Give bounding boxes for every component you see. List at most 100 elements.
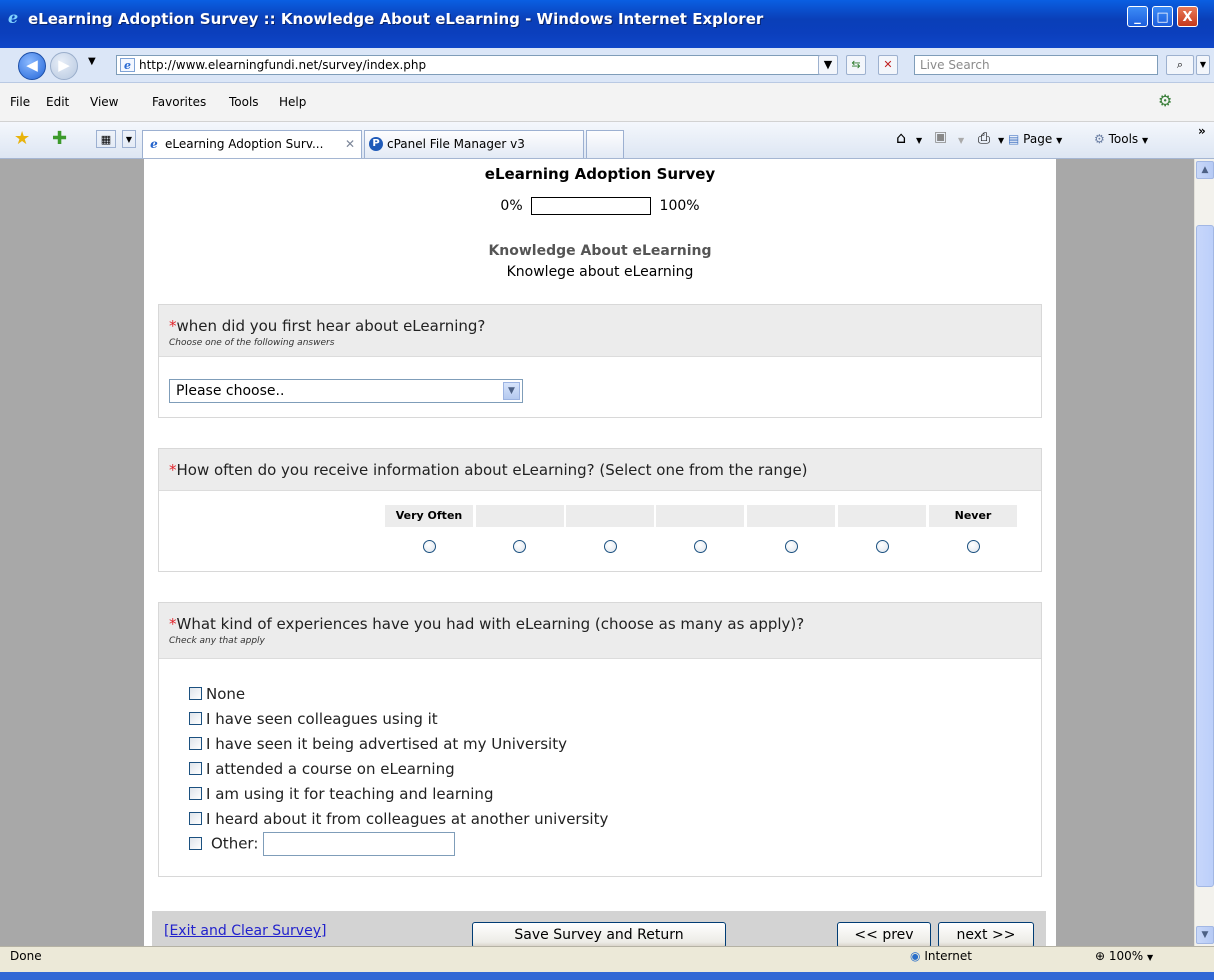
security-zone: ◉ Internet [910,949,972,963]
page-menu-icon: ▤ [1008,132,1020,146]
progress-start-label: 0% [500,198,523,214]
frequency-radio-1[interactable] [423,540,436,553]
scroll-up-icon[interactable]: ▲ [1196,161,1214,179]
print-dropdown-icon[interactable]: ▼ [998,136,1004,145]
frequency-radio-6[interactable] [876,540,889,553]
address-toolbar: ◀ ▶ ▼ e http://www.elearningfundi.net/su… [0,48,1214,83]
tab-list-icon[interactable]: ▼ [122,130,136,148]
next-button[interactable]: next >> [938,922,1034,946]
search-options-icon[interactable]: ▼ [1196,55,1210,75]
close-window-button[interactable]: X [1177,6,1198,27]
forward-button[interactable]: ▶ [50,52,78,80]
back-button[interactable]: ◀ [18,52,46,80]
home-icon[interactable]: ⌂ [896,128,906,147]
ie-logo-icon: e [8,8,19,27]
experience-option[interactable]: I have seen it being advertised at my Un… [189,735,567,753]
menu-bar: File Edit View Favorites Tools Help ⚙ [0,83,1214,122]
vertical-scrollbar[interactable]: ▲ ▼ [1194,159,1214,946]
menu-tools[interactable]: Tools [229,95,259,109]
save-survey-button[interactable]: Save Survey and Return [472,922,726,946]
question-header: *How often do you receive information ab… [159,449,1041,491]
experience-checkbox[interactable] [189,787,202,800]
window-title: eLearning Adoption Survey :: Knowledge A… [28,10,764,28]
question-header: *What kind of experiences have you had w… [159,603,1041,659]
address-field[interactable]: e http://www.elearningfundi.net/survey/i… [116,55,834,75]
experience-checkbox[interactable] [189,687,202,700]
scale-label-very-often: Very Often [385,505,473,527]
chevron-down-icon[interactable]: ▼ [503,382,520,400]
zoom-control[interactable]: ⊕ 100% ▼ [1095,949,1153,963]
toolbar-options-icon[interactable]: ⚙ [1158,91,1172,110]
page-menu[interactable]: ▤ Page ▼ [1008,132,1062,146]
add-favorites-icon[interactable]: ✚ [52,128,67,149]
tab-label: eLearning Adoption Surv... [165,137,324,151]
toolbar-overflow-icon[interactable]: » [1198,124,1206,138]
maximize-button[interactable]: □ [1152,6,1173,27]
experience-checkbox[interactable] [189,737,202,750]
frequency-radio-5[interactable] [785,540,798,553]
scroll-down-icon[interactable]: ▼ [1196,926,1214,944]
zoom-dropdown-icon: ▼ [1147,953,1154,962]
first-hear-select[interactable]: Please choose.. ▼ [169,379,523,403]
experience-option[interactable]: I heard about it from colleagues at anot… [189,810,608,828]
option-label: None [206,685,246,703]
experience-option-other[interactable]: Other: [189,832,456,856]
frequency-radio-4[interactable] [694,540,707,553]
experience-checkbox[interactable] [189,836,202,850]
tab-label: cPanel File Manager v3 [387,137,525,151]
tab-elearning-survey[interactable]: e eLearning Adoption Surv... ✕ [142,130,362,158]
favorites-center-icon[interactable]: ★ [14,128,30,149]
refresh-icon[interactable]: ⇆ [846,55,866,75]
other-text-input[interactable] [263,832,456,856]
scale-header-cell [656,505,744,527]
question-label: What kind of experiences have you had wi… [176,615,805,633]
globe-icon: ◉ [910,949,921,963]
progress-indicator: 0% 100% [144,197,1056,215]
zoom-level: 100% [1108,949,1144,963]
experience-option[interactable]: None [189,685,245,703]
question-how-often: *How often do you receive information ab… [158,448,1042,572]
frequency-radio-2[interactable] [513,540,526,553]
progress-end-label: 100% [659,198,700,214]
menu-view[interactable]: View [90,95,118,109]
question-header: *when did you first hear about eLearning… [159,305,1041,357]
feeds-icon[interactable]: ▣ [934,129,947,145]
experience-option[interactable]: I am using it for teaching and learning [189,785,493,803]
experience-checkbox[interactable] [189,812,202,825]
experience-option[interactable]: I have seen colleagues using it [189,710,438,728]
menu-help[interactable]: Help [279,95,306,109]
experience-option[interactable]: I attended a course on eLearning [189,760,455,778]
print-icon[interactable]: ⎙ [978,129,990,147]
new-tab-button[interactable] [586,130,624,158]
address-dropdown-icon[interactable]: ▼ [818,55,838,75]
frequency-radio-3[interactable] [604,540,617,553]
experience-checkbox[interactable] [189,762,202,775]
home-dropdown-icon[interactable]: ▼ [916,136,922,145]
history-dropdown-icon[interactable]: ▼ [88,56,96,67]
option-label: I have seen it being advertised at my Un… [206,735,567,753]
prev-button[interactable]: << prev [837,922,931,946]
feeds-dropdown-icon[interactable]: ▼ [958,136,964,145]
exit-clear-survey-link[interactable]: [Exit and Clear Survey] [164,923,326,939]
frequency-radio-7[interactable] [967,540,980,553]
scale-header-cell [747,505,835,527]
experience-checkbox[interactable] [189,712,202,725]
quick-tabs-icon[interactable]: ▦ [96,130,116,148]
menu-file[interactable]: File [10,95,30,109]
tab-cpanel[interactable]: P cPanel File Manager v3 [364,130,584,158]
menu-edit[interactable]: Edit [46,95,69,109]
ie-tab-icon: e [150,137,158,151]
scrollbar-thumb[interactable] [1196,225,1214,887]
search-icon[interactable]: ⌕ [1166,55,1194,75]
stop-icon[interactable]: ✕ [878,55,898,75]
tools-menu[interactable]: ⚙ Tools ▼ [1094,132,1148,146]
menu-favorites[interactable]: Favorites [152,95,206,109]
tab-bar: ★ ✚ ▦ ▼ e eLearning Adoption Surv... ✕ P… [0,122,1214,159]
group-title: Knowledge About eLearning [488,243,712,259]
option-label: I heard about it from colleagues at anot… [206,810,609,828]
search-input[interactable]: Live Search [914,55,1158,75]
close-tab-icon[interactable]: ✕ [345,131,355,158]
window-titlebar: e eLearning Adoption Survey :: Knowledge… [0,0,1214,48]
minimize-button[interactable]: _ [1127,6,1148,27]
select-value: Please choose.. [176,383,285,399]
